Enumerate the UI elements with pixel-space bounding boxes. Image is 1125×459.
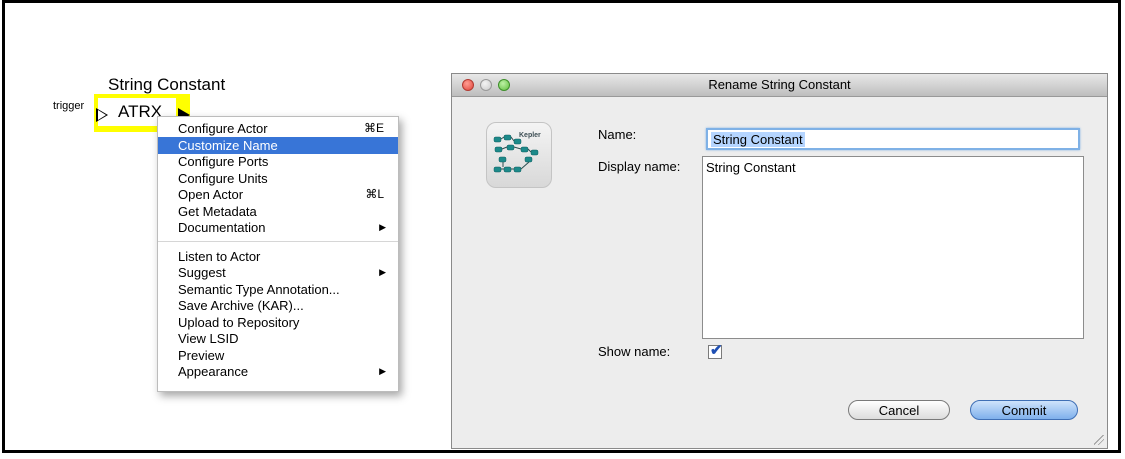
menu-shortcut: ⌘L [365, 187, 384, 201]
menu-item-label: Upload to Repository [178, 314, 300, 330]
name-input-value: String Constant [711, 132, 805, 147]
menu-item-save-archive-kar[interactable]: Save Archive (KAR)... [158, 297, 398, 314]
resize-grip-icon[interactable] [1094, 435, 1104, 445]
menu-item-label: Documentation [178, 220, 266, 235]
display-name-value: String Constant [706, 160, 796, 175]
trigger-input-port-icon[interactable] [96, 108, 108, 122]
menu-item-configure-actor[interactable]: Configure Actor ⌘E [158, 120, 398, 137]
display-name-label: Display name: [598, 159, 681, 174]
menu-item-label: Suggest [178, 265, 226, 280]
commit-button[interactable]: Commit [970, 400, 1078, 420]
menu-item-listen-to-actor[interactable]: Listen to Actor [158, 248, 398, 265]
checkmark-icon: ✔ [710, 342, 723, 359]
kepler-logo-text: Kepler [519, 132, 541, 139]
menu-item-configure-units[interactable]: Configure Units [158, 170, 398, 187]
menu-item-label: Configure Actor [178, 121, 268, 136]
name-input[interactable]: String Constant [706, 128, 1080, 150]
menu-shortcut: ⌘E [363, 121, 384, 135]
menu-item-label: Save Archive (KAR)... [178, 298, 304, 313]
menu-item-label: Preview [178, 347, 225, 363]
dialog-title: Rename String Constant [708, 77, 851, 92]
menu-item-label: Listen to Actor [178, 248, 261, 264]
submenu-arrow-icon: ▶ [379, 267, 386, 277]
menu-item-appearance[interactable]: Appearance ▶ [158, 363, 398, 380]
menu-item-view-lsid[interactable]: View LSID [158, 330, 398, 347]
actor-title: String Constant [108, 75, 226, 94]
menu-item-upload-to-repository[interactable]: Upload to Repository [158, 314, 398, 331]
trigger-port-label: trigger [53, 100, 85, 112]
rename-dialog: Rename String Constant Kepler Name: Stri… [451, 73, 1108, 449]
menu-item-suggest[interactable]: Suggest ▶ [158, 264, 398, 281]
display-name-textarea[interactable]: String Constant [702, 156, 1084, 339]
name-label: Name: [598, 127, 637, 142]
menu-item-label: View LSID [178, 331, 239, 346]
menu-item-semantic-type-annotation[interactable]: Semantic Type Annotation... [158, 281, 398, 298]
menu-item-label: Configure Ports [178, 154, 269, 169]
menu-item-label: Appearance [178, 364, 249, 379]
cancel-button[interactable]: Cancel [848, 400, 950, 420]
menu-item-label: Customize Name [178, 137, 278, 153]
kepler-logo-icon: Kepler [486, 122, 552, 188]
menu-item-get-metadata[interactable]: Get Metadata [158, 203, 398, 220]
menu-item-configure-ports[interactable]: Configure Ports [158, 153, 398, 170]
menu-item-customize-name[interactable]: Customize Name [158, 136, 398, 154]
dialog-titlebar[interactable]: Rename String Constant [452, 74, 1107, 97]
submenu-arrow-icon: ▶ [379, 222, 386, 232]
show-name-label: Show name: [598, 344, 671, 359]
menu-item-label: Semantic Type Annotation... [178, 281, 340, 297]
menu-item-label: Get Metadata [178, 203, 257, 219]
actor-label: ATRX [118, 102, 163, 121]
menu-separator [158, 240, 398, 242]
submenu-arrow-icon: ▶ [379, 366, 386, 376]
menu-item-documentation[interactable]: Documentation ▶ [158, 219, 398, 236]
menu-item-label: Configure Units [178, 170, 268, 186]
menu-item-label: Open Actor [178, 187, 244, 202]
menu-item-open-actor[interactable]: Open Actor ⌘L [158, 186, 398, 203]
show-name-checkbox[interactable]: ✔ [708, 342, 723, 359]
menu-item-preview[interactable]: Preview [158, 347, 398, 364]
actor-context-menu: Configure Actor ⌘E Customize Name Configure… [157, 116, 399, 392]
